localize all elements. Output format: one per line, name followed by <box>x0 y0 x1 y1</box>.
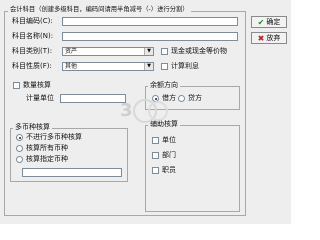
watermark-number: 3 <box>120 100 133 121</box>
auxiliary-groupbox <box>145 125 240 212</box>
credit-radio[interactable] <box>178 95 185 102</box>
interest-label: 计算利息 <box>171 62 199 70</box>
cash-checkbox[interactable] <box>161 48 168 55</box>
currency-option-all-radio[interactable] <box>16 145 23 152</box>
auxiliary-item-label: 职员 <box>162 166 176 174</box>
credit-label: 贷方 <box>188 94 202 102</box>
name-label: 科目名称(N): <box>12 32 54 40</box>
check-icon: ✔ <box>257 17 265 27</box>
balance-title: 余额方向 <box>148 81 180 89</box>
auxiliary-department-checkbox[interactable] <box>152 152 159 159</box>
chevron-down-icon[interactable]: ▼ <box>144 48 153 55</box>
interest-checkbox[interactable] <box>161 63 168 70</box>
quantity-label: 数量核算 <box>23 81 51 89</box>
auxiliary-staff-checkbox[interactable] <box>152 167 159 174</box>
category-select[interactable]: 资产 ▼ <box>62 47 154 56</box>
close-icon: ✖ <box>257 33 265 43</box>
currency-option-label: 核算指定币种 <box>26 155 68 163</box>
ok-label: 确定 <box>266 18 281 26</box>
cash-label: 现金或现金等价物 <box>171 47 227 55</box>
currency-option-label: 不进行多币种核算 <box>26 133 82 141</box>
account-dialog: 会计科目（创建多级科目，编码间请用半角减号（-）进行分割） 科目编码(C): 科… <box>0 0 291 224</box>
ok-button[interactable]: ✔ 确定 <box>251 16 287 28</box>
name-field[interactable] <box>62 32 238 41</box>
quantity-checkbox[interactable] <box>13 82 20 89</box>
nature-label: 科目性质(F): <box>12 62 52 70</box>
code-field[interactable] <box>62 17 238 26</box>
currency-option-specified-radio[interactable] <box>16 156 23 163</box>
currency-option-label: 核算所有币种 <box>26 144 68 152</box>
watermark-logo: 3 <box>112 92 172 132</box>
code-label: 科目编码(C): <box>12 17 53 25</box>
nature-value: 其他 <box>65 63 78 70</box>
account-group-title: 会计科目（创建多级科目，编码间请用半角减号（-）进行分割） <box>8 6 191 14</box>
currency-option-none-radio[interactable] <box>16 134 23 141</box>
auxiliary-item-label: 部门 <box>162 151 176 159</box>
auxiliary-unit-checkbox[interactable] <box>152 137 159 144</box>
chevron-down-icon[interactable]: ▼ <box>144 63 153 70</box>
category-label: 科目类别(T): <box>12 47 53 55</box>
unit-label: 计量单位 <box>26 94 54 102</box>
currency-specified-field[interactable] <box>22 168 122 177</box>
category-value: 资产 <box>65 48 78 55</box>
cancel-button[interactable]: ✖ 放弃 <box>251 32 287 44</box>
nature-select[interactable]: 其他 ▼ <box>62 62 154 71</box>
cancel-label: 放弃 <box>266 34 281 42</box>
currency-title: 多币种核算 <box>13 123 52 131</box>
auxiliary-item-label: 单位 <box>162 136 176 144</box>
